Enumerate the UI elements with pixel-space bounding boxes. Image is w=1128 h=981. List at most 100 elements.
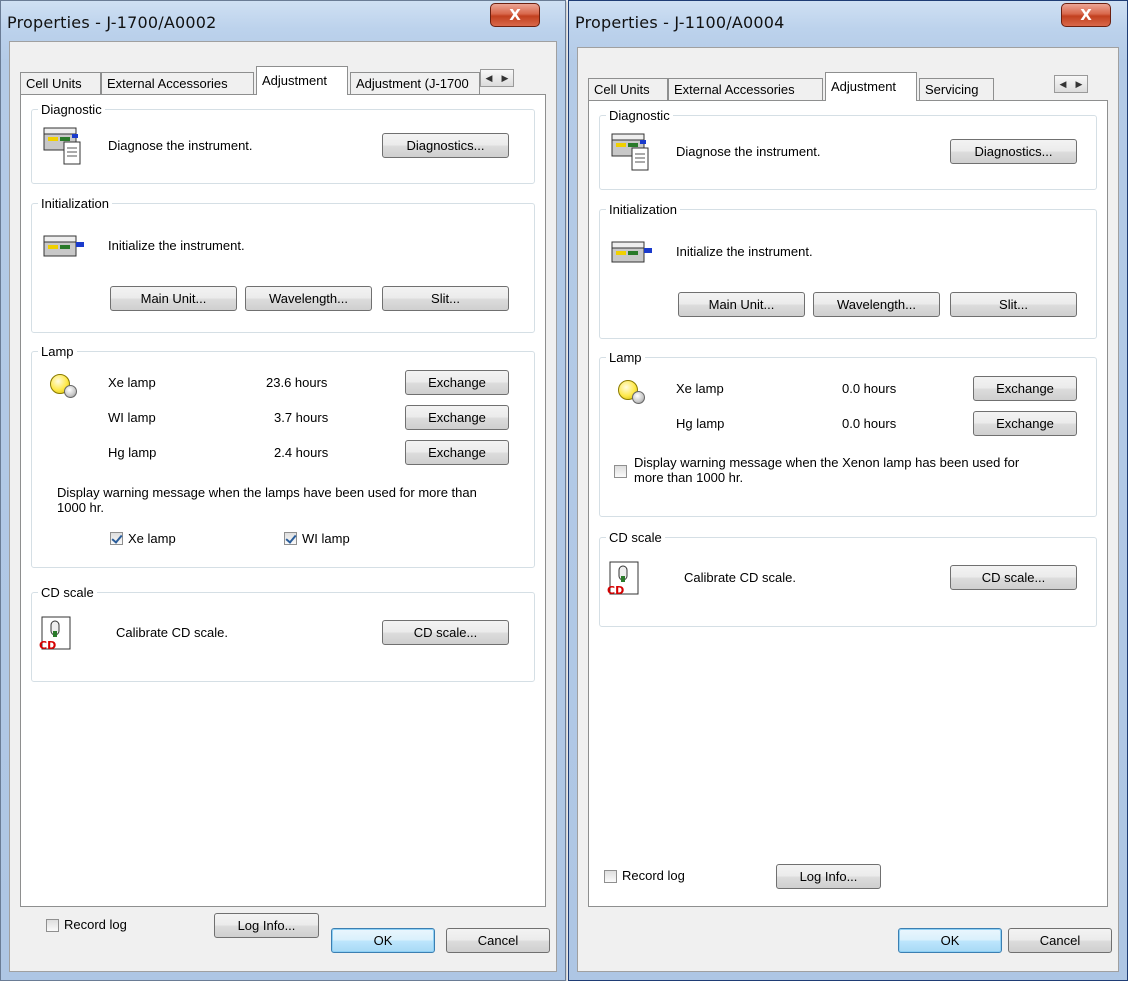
group-label-initialization: Initialization — [38, 196, 112, 211]
cancel-button[interactable]: Cancel — [1008, 928, 1112, 953]
tab-scroll-left-icon[interactable]: ◀ — [1055, 76, 1071, 92]
exchange-xe-button[interactable]: Exchange — [405, 370, 509, 395]
log-info-button[interactable]: Log Info... — [214, 913, 319, 938]
instrument-icon — [611, 241, 652, 263]
xenon-warning-checkbox[interactable] — [614, 465, 627, 478]
initialization-group: Initialization Initialize the instrument… — [31, 196, 535, 333]
tab-scroll-arrows-icon[interactable]: ◀ ▶ — [1054, 75, 1088, 93]
lamp-group: Lamp Xe lamp 0.0 hours Exchange Hg lamp … — [599, 350, 1097, 517]
close-button[interactable]: X — [1061, 3, 1111, 27]
cd-scale-text: Calibrate CD scale. — [684, 570, 796, 585]
record-log-checkbox[interactable] — [604, 870, 617, 883]
group-label-diagnostic: Diagnostic — [606, 108, 673, 123]
lamp-group: Lamp Xe lamp 23.6 hours Exchange WI lamp… — [31, 344, 535, 568]
cancel-button[interactable]: Cancel — [446, 928, 550, 953]
tab-external-accessories[interactable]: External Accessories — [101, 72, 254, 94]
properties-dialog-j1100: Properties - J-1100/A0004 X Cell Units E… — [568, 0, 1128, 981]
lamp-hours-hg: 2.4 hours — [274, 445, 329, 460]
tab-servicing[interactable]: Servicing — [919, 78, 994, 100]
instrument-icon — [611, 133, 649, 171]
tab-scroll-right-icon[interactable]: ▶ — [1071, 76, 1087, 92]
cd-scale-text: Calibrate CD scale. — [116, 625, 228, 640]
group-label-cd-scale: CD scale — [606, 530, 665, 545]
tab-adjustment-j1700[interactable]: Adjustment (J-1700 — [350, 72, 480, 94]
lamp-warning-text: Display warning message when the lamps h… — [57, 485, 477, 515]
adjustment-page: Diagnostic Diagnose the instrument. Diag… — [20, 94, 546, 938]
exchange-hg-button[interactable]: Exchange — [973, 411, 1077, 436]
ok-button[interactable]: OK — [898, 928, 1002, 953]
checkbox-wi-lamp[interactable] — [284, 532, 297, 545]
adjustment-page: Diagnostic Diagnose the instrument. Diag… — [588, 100, 1108, 907]
window-title: Properties - J-1100/A0004 — [575, 13, 785, 32]
record-log-label[interactable]: Record log — [622, 868, 685, 883]
lamp-name-hg: Hg lamp — [676, 416, 725, 431]
tab-scroll-right-icon[interactable]: ▶ — [497, 70, 513, 86]
instrument-icon — [43, 127, 81, 165]
slit-button[interactable]: Slit... — [950, 292, 1077, 317]
exchange-hg-button[interactable]: Exchange — [405, 440, 509, 465]
tab-cell-units[interactable]: Cell Units — [588, 78, 668, 100]
group-label-diagnostic: Diagnostic — [38, 102, 105, 117]
group-label-lamp: Lamp — [38, 344, 77, 359]
lamp-hours-xe: 0.0 hours — [842, 381, 897, 396]
exchange-wi-button[interactable]: Exchange — [405, 405, 509, 430]
slit-button[interactable]: Slit... — [382, 286, 509, 311]
diagnostics-button[interactable]: Diagnostics... — [950, 139, 1077, 164]
lamp-bulb-icon — [618, 380, 654, 410]
tab-adjustment[interactable]: Adjustment — [825, 72, 917, 101]
initialization-group: Initialization Initialize the instrument… — [599, 202, 1097, 339]
tab-strip: Cell Units External Accessories Adjustme… — [20, 66, 546, 95]
main-unit-button[interactable]: Main Unit... — [678, 292, 805, 317]
tab-external-accessories[interactable]: External Accessories — [668, 78, 823, 100]
diagnostic-text: Diagnose the instrument. — [108, 138, 253, 153]
tab-cell-units[interactable]: Cell Units — [20, 72, 101, 94]
lamp-warning-text[interactable]: Display warning message when the Xenon l… — [634, 455, 1034, 485]
diagnostics-button[interactable]: Diagnostics... — [382, 133, 509, 158]
svg-text:CD: CD — [39, 639, 56, 652]
tab-scroll-arrows-icon[interactable]: ◀ ▶ — [480, 69, 514, 87]
checkbox-wi-lamp-label[interactable]: WI lamp — [302, 531, 350, 546]
log-info-button[interactable]: Log Info... — [776, 864, 881, 889]
lamp-bulb-icon — [50, 374, 86, 404]
record-log-checkbox[interactable] — [46, 919, 59, 932]
initialization-text: Initialize the instrument. — [676, 244, 813, 259]
main-unit-button[interactable]: Main Unit... — [110, 286, 237, 311]
tab-strip: Cell Units External Accessories Adjustme… — [588, 72, 1108, 101]
lamp-name-wi: WI lamp — [108, 410, 156, 425]
title-bar[interactable]: Properties - J-1100/A0004 X — [569, 1, 1127, 39]
instrument-icon — [43, 235, 84, 257]
dialog-client-area: Cell Units External Accessories Adjustme… — [577, 47, 1119, 972]
cd-scale-button[interactable]: CD scale... — [382, 620, 509, 645]
checkbox-xe-lamp-label[interactable]: Xe lamp — [128, 531, 176, 546]
group-label-lamp: Lamp — [606, 350, 645, 365]
tab-adjustment[interactable]: Adjustment — [256, 66, 348, 95]
diagnostic-text: Diagnose the instrument. — [676, 144, 821, 159]
tab-scroll-left-icon[interactable]: ◀ — [481, 70, 497, 86]
lamp-name-hg: Hg lamp — [108, 445, 157, 460]
close-button[interactable]: X — [490, 3, 540, 27]
window-title: Properties - J-1700/A0002 — [7, 13, 217, 32]
cd-scale-group: CD scale CD Calibrate CD scale. CD scale… — [599, 530, 1097, 627]
properties-dialog-j1700: Properties - J-1700/A0002 X Cell Units E… — [0, 0, 566, 981]
lamp-hours-wi: 3.7 hours — [274, 410, 329, 425]
title-bar[interactable]: Properties - J-1700/A0002 X — [1, 1, 565, 39]
record-log-label[interactable]: Record log — [64, 917, 127, 932]
lamp-hours-hg: 0.0 hours — [842, 416, 897, 431]
group-label-cd-scale: CD scale — [38, 585, 97, 600]
cd-scale-icon: CD — [607, 561, 639, 597]
checkbox-xe-lamp[interactable] — [110, 532, 123, 545]
ok-button[interactable]: OK — [331, 928, 435, 953]
lamp-name-xe: Xe lamp — [108, 375, 156, 390]
wavelength-button[interactable]: Wavelength... — [813, 292, 940, 317]
diagnostic-group: Diagnostic Diagnose the instrument. Diag… — [31, 102, 535, 184]
cd-scale-icon: CD — [39, 616, 71, 652]
group-label-initialization: Initialization — [606, 202, 680, 217]
cd-scale-group: CD scale CD Calibrate CD scale. CD scale… — [31, 585, 535, 682]
dialog-client-area: Cell Units External Accessories Adjustme… — [9, 41, 557, 972]
svg-text:CD: CD — [607, 584, 624, 597]
exchange-xe-button[interactable]: Exchange — [973, 376, 1077, 401]
wavelength-button[interactable]: Wavelength... — [245, 286, 372, 311]
initialization-text: Initialize the instrument. — [108, 238, 245, 253]
lamp-name-xe: Xe lamp — [676, 381, 724, 396]
cd-scale-button[interactable]: CD scale... — [950, 565, 1077, 590]
